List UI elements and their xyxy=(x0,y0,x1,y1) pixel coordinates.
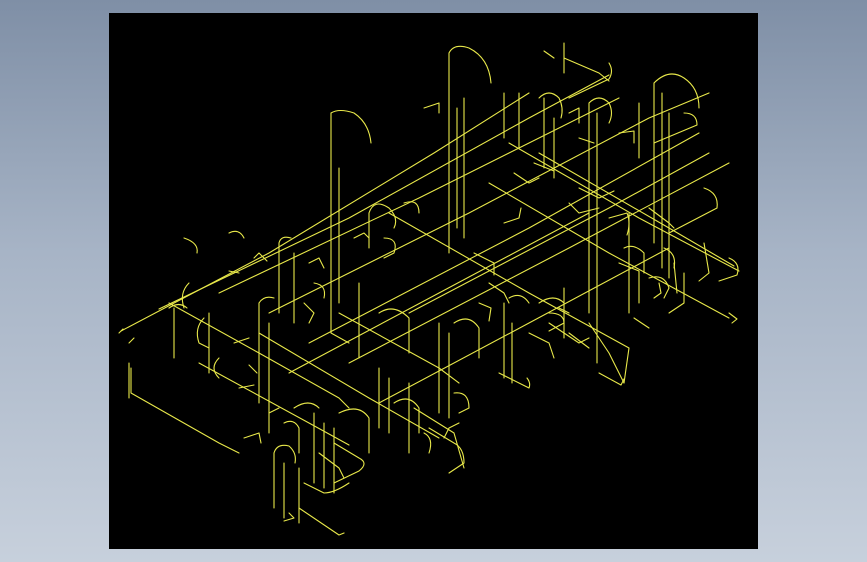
pipe-elbow xyxy=(228,230,245,239)
pipe-end xyxy=(243,432,262,444)
pipe-end xyxy=(118,328,124,334)
pipe-elbow xyxy=(183,237,198,254)
piping-isometric-drawing xyxy=(118,42,740,536)
pipe-segment xyxy=(130,367,240,454)
pipe-end xyxy=(353,232,370,239)
pipe-end xyxy=(478,302,492,322)
pipe-end xyxy=(128,337,135,344)
pipe-end xyxy=(728,312,738,324)
pipe-elbow xyxy=(273,444,296,464)
pipe-segment xyxy=(268,92,710,314)
pipe-segment xyxy=(588,322,625,384)
pipe-end xyxy=(503,207,522,224)
pipe-end xyxy=(303,482,350,494)
pipe-end xyxy=(443,422,460,439)
pipe-elbow xyxy=(258,296,275,304)
pipe-end xyxy=(393,398,420,434)
pipe-end xyxy=(618,130,635,144)
pipe-end xyxy=(308,257,325,269)
pipe-elbow xyxy=(338,408,370,454)
pipe-elbow xyxy=(403,201,420,214)
pipe-segment xyxy=(348,162,730,364)
pipe-segment xyxy=(158,74,610,310)
pipe-end xyxy=(333,442,365,484)
pipe-elbow xyxy=(653,112,698,144)
pipe-riser xyxy=(330,112,350,344)
pipe-end xyxy=(283,512,295,522)
pipe-end xyxy=(423,432,432,454)
pipe-elbow xyxy=(538,92,563,119)
pipe-end xyxy=(313,282,326,299)
pipe-segment xyxy=(298,507,345,536)
pipe-end xyxy=(268,407,280,414)
pipe-end xyxy=(488,282,510,304)
pipe-elbow xyxy=(330,109,372,144)
pipe-elbow xyxy=(293,402,320,409)
pipe-segment xyxy=(408,152,710,314)
pipe-end xyxy=(498,372,531,389)
pipe-elbow xyxy=(668,187,718,234)
pipe-end xyxy=(303,302,315,324)
pipe-end xyxy=(633,317,650,329)
pipe-end xyxy=(543,50,555,59)
pipe-elbow xyxy=(378,308,410,354)
pipe-end xyxy=(568,332,590,349)
pipe-elbow xyxy=(588,97,613,124)
cad-viewport[interactable] xyxy=(109,13,758,549)
pipe-elbow xyxy=(278,236,292,244)
pipe-end xyxy=(578,137,595,144)
pipe-end xyxy=(608,212,630,236)
pipe-elbow xyxy=(508,294,530,304)
pipe-end xyxy=(653,282,662,299)
pipe-end xyxy=(563,57,610,82)
pipe-segment xyxy=(338,312,460,384)
pipe-end xyxy=(318,452,345,479)
pipe-end xyxy=(568,202,600,214)
pipe-end xyxy=(213,357,220,379)
pipe-elbow xyxy=(538,297,565,304)
pipe-end xyxy=(248,364,258,374)
pipe-elbow xyxy=(653,73,700,109)
pipe-elbow xyxy=(448,45,492,84)
pipe-end xyxy=(453,392,470,414)
pipe-run-group xyxy=(118,42,740,536)
pipe-end xyxy=(528,332,555,359)
pipe-elbow xyxy=(423,102,440,114)
pipe-segment xyxy=(198,362,350,446)
